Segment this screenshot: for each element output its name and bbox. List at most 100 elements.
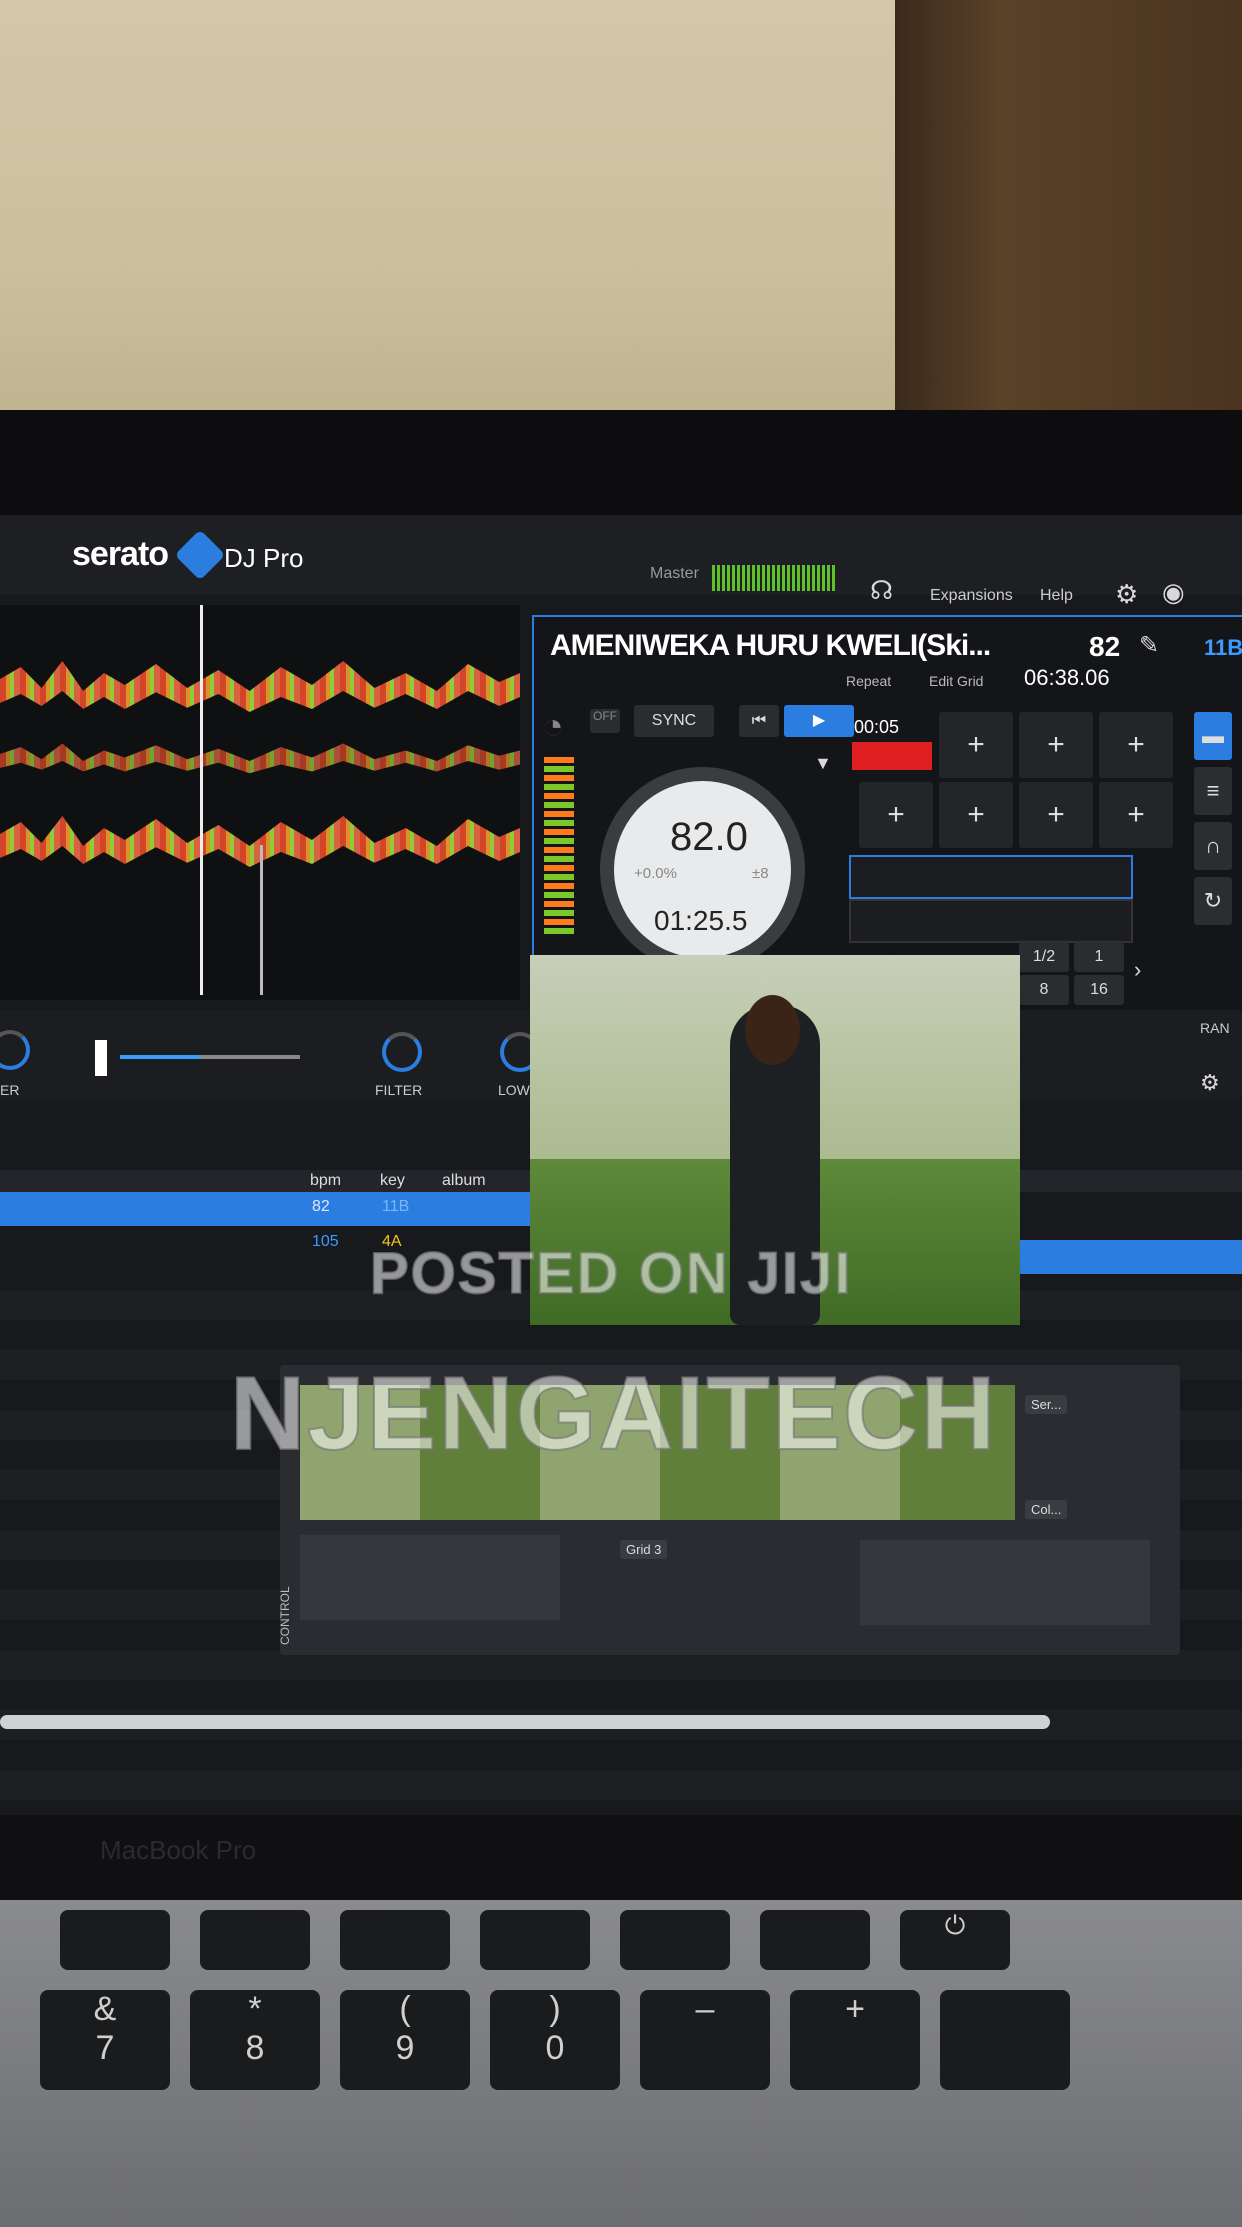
key-0[interactable]: ) 0 [490, 1990, 620, 2090]
cue-time: 00:05 [854, 717, 900, 737]
master-meter [712, 565, 837, 591]
loop-bar-2[interactable] [849, 899, 1133, 943]
hotcue-pad-5[interactable]: + [939, 782, 1013, 848]
key-f7[interactable] [60, 1910, 170, 1970]
key-minus-label: – [695, 1990, 715, 2028]
hotcue-pad-4[interactable]: + [859, 782, 933, 848]
row1-key: 11B [382, 1198, 410, 1215]
chevron-right-icon[interactable]: › [1134, 957, 1141, 983]
key-f10[interactable] [480, 1910, 590, 1970]
laptop-keyboard: & 7 * 8 ( 9 ) 0 – + ⏻ [0, 1900, 1242, 2227]
hotcue-pad-2[interactable]: + [1019, 712, 1093, 778]
hotcue-pad-1[interactable]: + [939, 712, 1013, 778]
previous-button[interactable]: ⏮ [739, 705, 779, 737]
chevron-down-icon[interactable]: ▼ [814, 753, 832, 774]
loop-mode-icon[interactable]: ↻ [1194, 877, 1232, 925]
mode-select[interactable]: Ser... [1025, 1395, 1068, 1414]
key-f8[interactable] [200, 1910, 310, 1970]
settings-gear-icon[interactable]: ⚙ [1200, 1070, 1220, 1096]
key-f9[interactable] [340, 1910, 450, 1970]
watermark-posted: POSTED ON JIJI [369, 1240, 853, 1307]
key-8[interactable]: * 8 [190, 1990, 320, 2090]
column-album[interactable]: album [442, 1172, 486, 1190]
key-f12[interactable] [760, 1910, 870, 1970]
door-background [895, 0, 1242, 470]
sync-button[interactable]: SYNC [634, 705, 714, 737]
row1-bpm: 82 [312, 1198, 330, 1215]
column-bpm[interactable]: bpm [310, 1172, 341, 1190]
edit-grid-label[interactable]: Edit Grid [929, 673, 983, 689]
hotcue-mode-button[interactable]: ▬ [1194, 712, 1232, 760]
waveform-mini [0, 743, 520, 774]
left-layer-control[interactable] [300, 1535, 560, 1620]
gear-icon[interactable]: ⚙ [1115, 579, 1138, 610]
deck-level-meter [544, 757, 574, 937]
low-label: LOW [498, 1082, 530, 1098]
column-key[interactable]: key [380, 1172, 405, 1190]
serato-screen: serato DJ Pro Master ☊ Expansions Help ⚙… [0, 515, 1242, 1815]
product-name: DJ Pro [224, 543, 304, 573]
key-0-top: ) [549, 1990, 561, 2028]
playhead-secondary [260, 845, 263, 995]
cue-marker[interactable] [852, 742, 932, 770]
key-9-top: ( [399, 1990, 411, 2028]
play-button[interactable]: ▶ [784, 705, 854, 737]
spinner-icon: ◔ [542, 705, 564, 746]
col-select[interactable]: Col... [1025, 1500, 1068, 1519]
hotcue-pad-3[interactable]: + [1099, 712, 1173, 778]
expansions-menu[interactable]: Expansions [930, 587, 1013, 605]
video-person-head [745, 995, 800, 1065]
track-key: 11B [1204, 635, 1242, 660]
track-bpm: 82 [1089, 631, 1121, 662]
filter-knob[interactable] [382, 1032, 422, 1072]
right-layer-control[interactable] [860, 1540, 1150, 1625]
loop-16[interactable]: 16 [1074, 975, 1124, 1005]
key-9-bottom: 9 [395, 2029, 415, 2067]
key-plus[interactable]: + [790, 1990, 920, 2090]
serato-logo-icon [174, 529, 226, 581]
help-menu[interactable]: Help [1040, 587, 1073, 605]
mic-icon[interactable]: ✎ [1139, 631, 1159, 660]
key-9[interactable]: ( 9 [340, 1990, 470, 2090]
control-label: CONTROL [278, 1586, 292, 1645]
headset-mode-icon[interactable]: ∩ [1194, 822, 1232, 870]
key-7[interactable]: & 7 [40, 1990, 170, 2090]
key-plus-label: + [845, 1990, 865, 2028]
laptop-model-label: MacBook Pro [100, 1835, 257, 1865]
key-7-bottom: 7 [95, 2029, 115, 2067]
user-icon[interactable]: ◉ [1162, 577, 1185, 608]
hotcue-pad-6[interactable]: + [1019, 782, 1093, 848]
key-minus[interactable]: – [640, 1990, 770, 2090]
power-key-icon[interactable]: ⏻ [900, 1910, 1010, 1970]
horizontal-scrollbar[interactable] [0, 1715, 1050, 1729]
hotcue-pad-7[interactable]: + [1099, 782, 1173, 848]
platter-dial[interactable]: 82.0 +0.0% ±8 01:25.5 [600, 767, 805, 972]
range-label: RAN [1200, 1020, 1230, 1036]
library-selected-row[interactable] [0, 1192, 530, 1226]
grid-select[interactable]: Grid 3 [620, 1540, 668, 1559]
playhead [200, 605, 203, 995]
crossfader-handle[interactable] [95, 1040, 107, 1076]
watermark-brand: NJENGAITECH [229, 1355, 998, 1473]
loop-8[interactable]: 8 [1019, 975, 1069, 1005]
key-0-bottom: 0 [545, 2029, 565, 2067]
key-f11[interactable] [620, 1910, 730, 1970]
key-blank[interactable] [940, 1990, 1070, 2090]
off-button[interactable]: OFF [590, 709, 620, 733]
tempo-slider-fill [120, 1055, 200, 1059]
loop-bar-1[interactable] [849, 855, 1133, 899]
serato-logo: serato [72, 535, 169, 573]
top-bar: serato DJ Pro Master ☊ Expansions Help ⚙… [0, 515, 1242, 609]
waveform-deck1 [0, 661, 520, 712]
repeat-label[interactable]: Repeat [846, 673, 891, 689]
list-mode-icon[interactable]: ≡ [1194, 767, 1232, 815]
loop-half[interactable]: 1/2 [1019, 942, 1069, 972]
track-total-time: 06:38.06 [1024, 665, 1110, 690]
filter-label: FILTER [375, 1082, 423, 1098]
row2-bpm: 105 [312, 1233, 339, 1250]
left-knob[interactable] [0, 1030, 30, 1070]
left-knob-label: ER [0, 1082, 20, 1098]
headphones-icon[interactable]: ☊ [870, 575, 893, 606]
waveform-overview[interactable] [0, 605, 520, 1000]
loop-1[interactable]: 1 [1074, 942, 1124, 972]
